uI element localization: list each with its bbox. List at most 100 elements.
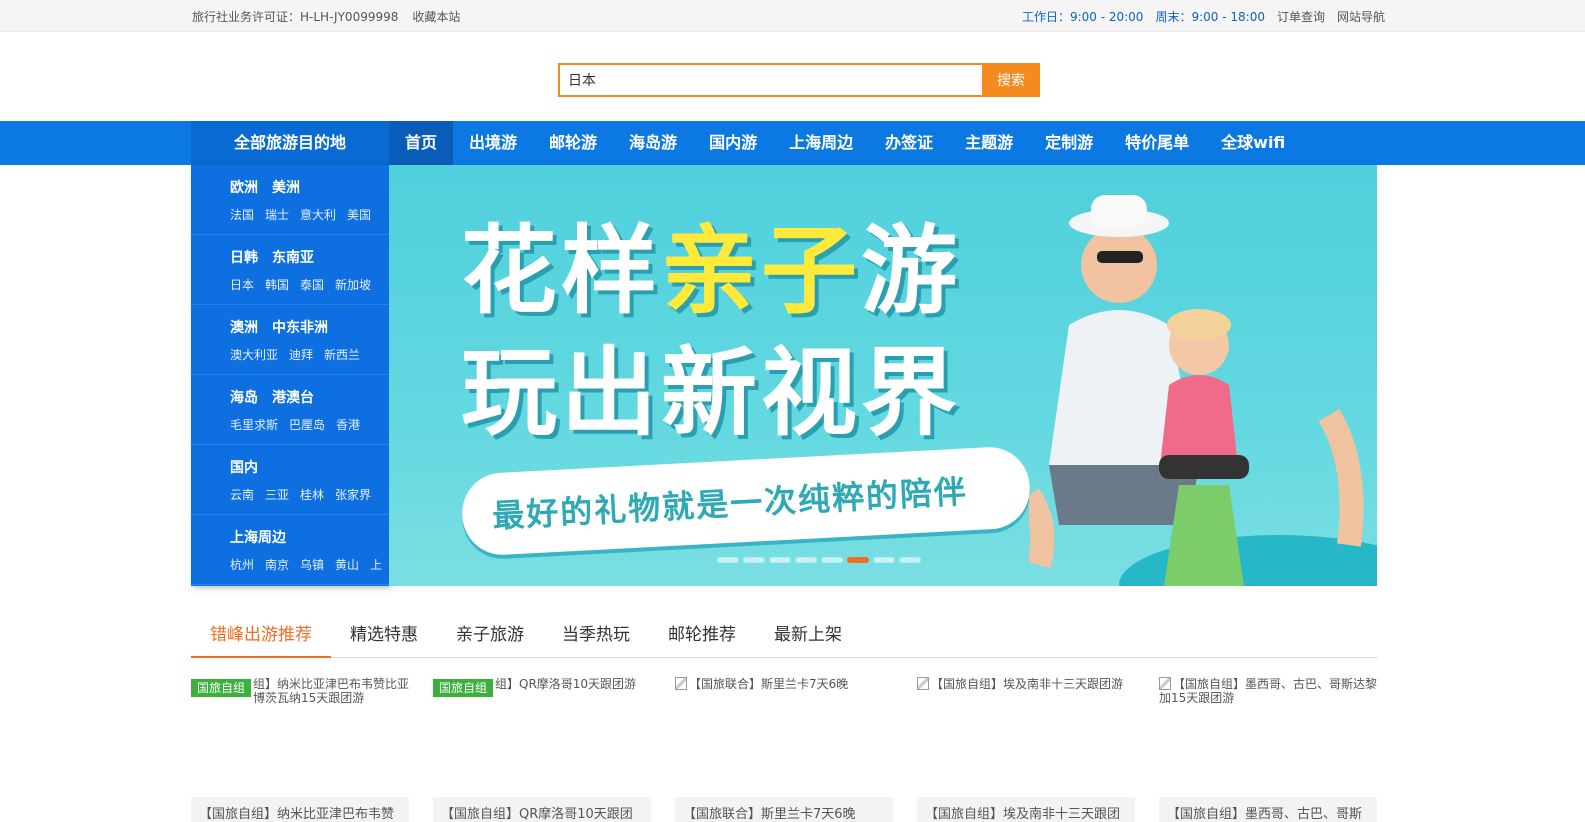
region-link[interactable]: 澳洲	[230, 317, 258, 337]
slide-dot[interactable]	[795, 557, 817, 563]
hero-banner[interactable]: 花样亲子游 玩出新视界 最好的礼物就是一次纯粹的陪伴	[389, 165, 1377, 586]
banner-headline-1b: 亲子	[661, 215, 861, 327]
banner-headline-1: 花样亲子游	[461, 193, 961, 332]
license-text: 旅行社业务许可证：H-LH-JY0099998	[192, 10, 399, 24]
destination-link[interactable]: 香港	[336, 416, 360, 433]
destination-link[interactable]: 新加坡	[335, 276, 371, 293]
nav-item[interactable]: 特价尾单	[1109, 121, 1205, 165]
region-link[interactable]: 欧洲	[230, 177, 258, 197]
slide-dot[interactable]	[717, 557, 739, 563]
destination-link[interactable]: 澳大利亚	[230, 346, 278, 363]
destination-items: 日本 韩国 泰国 新加坡	[230, 276, 389, 293]
destination-link[interactable]: 云南	[230, 486, 254, 503]
product-card[interactable]: 【国旅自组】QR摩洛哥10天跟团	[433, 797, 651, 822]
product-title: 【国旅自组】墨西哥、古巴、哥斯达黎加15天跟团游	[1159, 677, 1378, 705]
bookmark-link[interactable]: 收藏本站	[412, 8, 460, 25]
destination-group: 上海周边杭州 南京 乌镇 黄山上	[191, 515, 389, 585]
product-title: 【国旅自组】埃及南非十三天跟团游	[931, 677, 1124, 691]
destination-link[interactable]: 泰国	[300, 276, 324, 293]
slide-dot[interactable]	[873, 557, 895, 563]
destination-items: 杭州 南京 乌镇 黄山上	[230, 556, 389, 573]
product-card-row: 【国旅自组】纳米比亚津巴布韦赞 【国旅自组】QR摩洛哥10天跟团 【国旅联合】斯里兰…	[191, 797, 1377, 822]
product-tab[interactable]: 最新上架	[755, 620, 861, 658]
destination-link[interactable]: 迪拜	[289, 346, 313, 363]
product-badge: 国旅自组	[191, 679, 252, 697]
workday-hours-value: 9:00 - 20:00	[1069, 10, 1144, 24]
product-tab[interactable]: 当季热玩	[543, 620, 649, 658]
product-card[interactable]: 【国旅自组】纳米比亚津巴布韦赞	[191, 797, 409, 822]
region-link[interactable]: 国内	[230, 457, 258, 477]
product-item[interactable]: 【国旅自组】墨西哥、古巴、哥斯达黎加15天跟团游	[1159, 677, 1377, 705]
nav-item[interactable]: 首页	[389, 121, 454, 165]
destination-link[interactable]: 杭州	[230, 556, 254, 573]
product-tab[interactable]: 精选特惠	[331, 620, 437, 658]
region-link[interactable]: 海岛	[230, 387, 258, 407]
destination-link[interactable]: 美国	[347, 206, 371, 223]
slide-dot[interactable]	[743, 557, 765, 563]
destination-link[interactable]: 日本	[230, 276, 254, 293]
nav-item[interactable]: 主题游	[949, 121, 1029, 165]
destination-items: 毛里求斯 巴厘岛 香港	[230, 416, 389, 433]
destination-link[interactable]: 毛里求斯	[230, 416, 278, 433]
destination-link[interactable]: 韩国	[265, 276, 289, 293]
region-link[interactable]: 美洲	[272, 177, 300, 197]
product-tab[interactable]: 错峰出游推荐	[191, 620, 331, 658]
all-destinations-menu[interactable]: 全部旅游目的地	[191, 121, 389, 165]
order-query-link[interactable]: 订单查询	[1277, 8, 1325, 25]
destination-link[interactable]: 张家界	[335, 486, 371, 503]
destination-link[interactable]: 上	[370, 556, 382, 573]
destination-link[interactable]: 新西兰	[324, 346, 360, 363]
destination-items: 澳大利亚 迪拜 新西兰	[230, 346, 389, 363]
product-item[interactable]: 国旅自组 组】QR摩洛哥10天跟团游	[433, 677, 651, 705]
nav-item[interactable]: 出境游	[453, 121, 533, 165]
region-link[interactable]: 日韩	[230, 247, 258, 267]
destination-link[interactable]: 乌镇	[300, 556, 324, 573]
slide-dot[interactable]	[847, 557, 869, 563]
destination-link[interactable]: 三亚	[265, 486, 289, 503]
nav-item[interactable]: 办签证	[869, 121, 949, 165]
banner-slogan-pill: 最好的礼物就是一次纯粹的陪伴	[460, 445, 1032, 557]
destination-items: 法国 瑞士 意大利 美国	[230, 206, 389, 223]
destination-link[interactable]: 南京	[265, 556, 289, 573]
region-link[interactable]: 港澳台	[272, 387, 314, 407]
main-nav: 全部旅游目的地 首页 出境游 邮轮游 海岛游 国内游 上海周边 办签证 主题游 定制游 特价尾单全…	[0, 121, 1585, 165]
banner-headline-1a: 花样	[461, 215, 661, 327]
nav-list: 首页 出境游 邮轮游 海岛游 国内游 上海周边 办签证 主题游 定制游 特价尾单 全球wifi	[389, 121, 1301, 165]
destination-items: 云南 三亚 桂林 张家界	[230, 486, 389, 503]
product-tab[interactable]: 邮轮推荐	[649, 620, 755, 658]
region-link[interactable]: 东南亚	[272, 247, 314, 267]
product-item[interactable]: 【国旅联合】斯里兰卡7天6晚	[675, 677, 893, 705]
banner-headline-2: 玩出新视界	[461, 337, 961, 449]
search-button[interactable]: 搜索	[982, 63, 1040, 97]
destination-link[interactable]: 桂林	[300, 486, 324, 503]
nav-item[interactable]: 上海周边	[773, 121, 869, 165]
product-card[interactable]: 【国旅自组】埃及南非十三天跟团	[917, 797, 1135, 822]
destination-group-title: 日韩 东南亚	[230, 247, 389, 267]
nav-item[interactable]: 定制游	[1029, 121, 1109, 165]
nav-item[interactable]: 国内游	[693, 121, 773, 165]
destination-link[interactable]: 巴厘岛	[289, 416, 325, 433]
search-input[interactable]	[558, 63, 982, 97]
product-tab[interactable]: 亲子旅游	[437, 620, 543, 658]
destination-group-title: 澳洲 中东非洲	[230, 317, 389, 337]
broken-image-icon	[1159, 677, 1171, 690]
region-link[interactable]: 中东非洲	[272, 317, 328, 337]
nav-item[interactable]: 海岛游	[613, 121, 693, 165]
product-card[interactable]: 【国旅自组】墨西哥、古巴、哥斯	[1159, 797, 1377, 822]
slide-dot[interactable]	[899, 557, 921, 563]
banner-family-photo	[1029, 195, 1377, 586]
product-item[interactable]: 【国旅自组】埃及南非十三天跟团游	[917, 677, 1135, 705]
site-nav-link[interactable]: 网站导航	[1337, 8, 1385, 25]
destination-link[interactable]: 瑞士	[265, 206, 289, 223]
product-card[interactable]: 【国旅联合】斯里兰卡7天6晚	[675, 797, 893, 822]
nav-item[interactable]: 全球wifi	[1205, 121, 1301, 165]
slide-dot[interactable]	[821, 557, 843, 563]
destination-link[interactable]: 黄山	[335, 556, 359, 573]
region-link[interactable]: 上海周边	[230, 527, 286, 547]
product-item[interactable]: 国旅自组 组】纳米比亚津巴布韦赞比亚博茨瓦纳15天跟团游	[191, 677, 409, 705]
nav-item[interactable]: 邮轮游	[533, 121, 613, 165]
destination-group: 欧洲 美洲法国 瑞士 意大利 美国	[191, 165, 389, 235]
slide-dot[interactable]	[769, 557, 791, 563]
destination-link[interactable]: 意大利	[300, 206, 336, 223]
destination-link[interactable]: 法国	[230, 206, 254, 223]
